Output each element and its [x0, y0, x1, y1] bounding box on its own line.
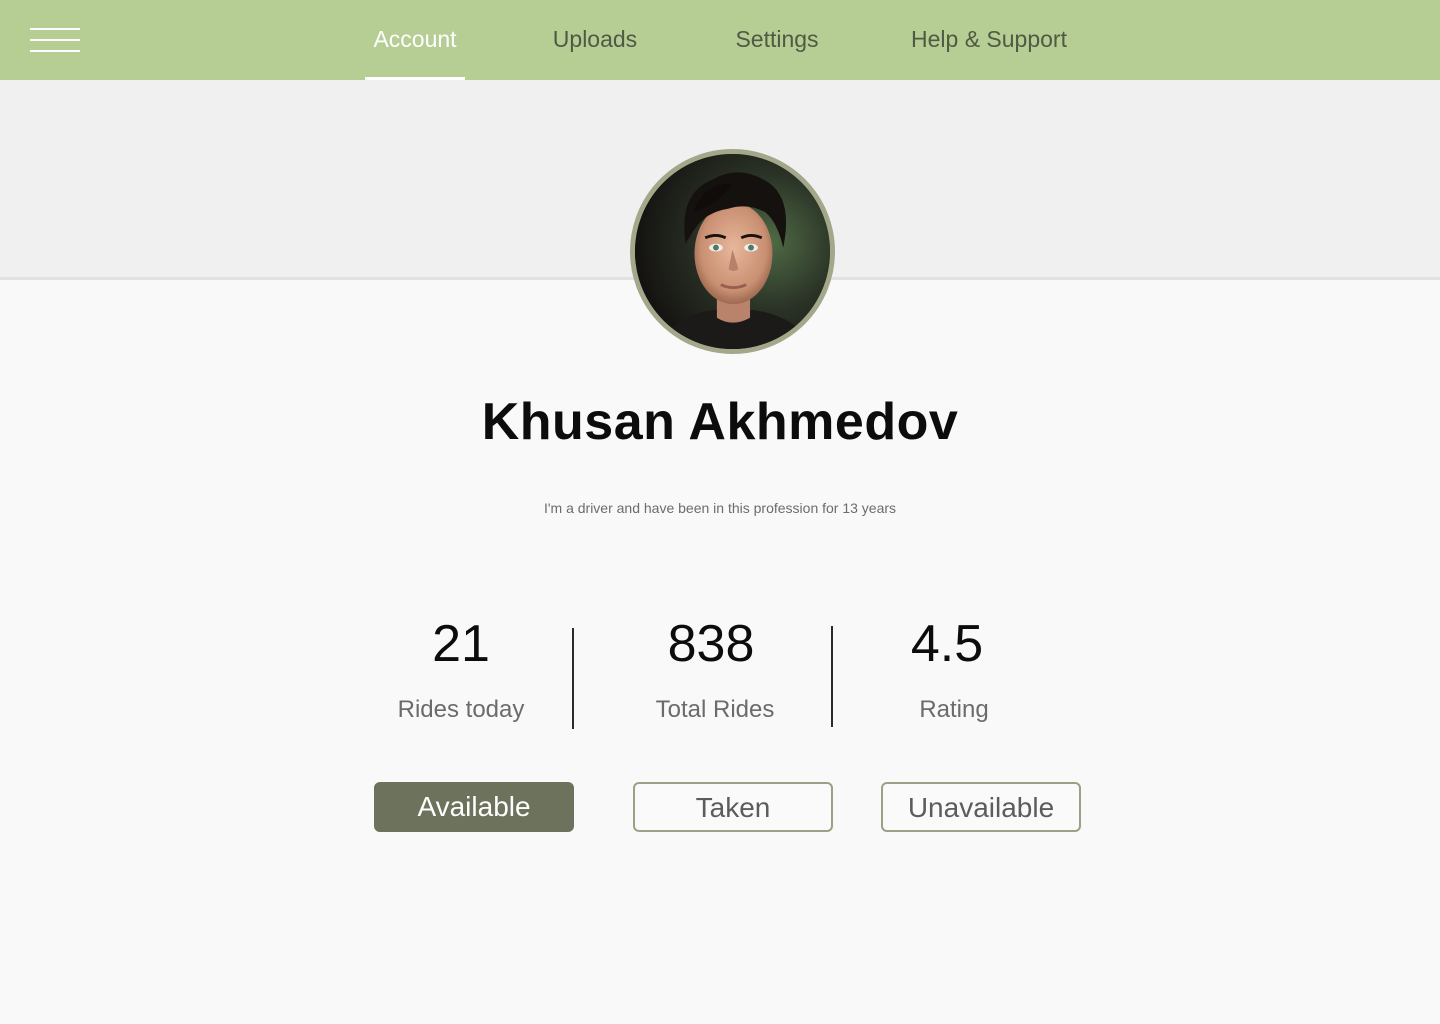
menu-line	[30, 39, 80, 41]
stat-rating-label: Rating	[919, 696, 989, 723]
tab-account[interactable]: Account	[365, 0, 465, 80]
avatar[interactable]	[630, 149, 835, 354]
stat-rating-value: 4.5	[910, 615, 984, 673]
stat-divider	[831, 626, 833, 727]
unavailable-button[interactable]: Unavailable	[881, 782, 1081, 832]
hamburger-menu-icon[interactable]	[30, 28, 80, 52]
available-button[interactable]: Available	[374, 782, 574, 832]
tab-settings[interactable]: Settings	[727, 0, 827, 80]
stat-rides-today-value: 21	[432, 615, 490, 673]
tab-uploads[interactable]: Uploads	[545, 0, 645, 80]
stat-rides-today-label: Rides today	[397, 696, 525, 723]
stat-divider	[572, 628, 574, 729]
profile-bio: I'm a driver and have been in this profe…	[543, 500, 897, 516]
menu-line	[30, 50, 80, 52]
tab-help-support[interactable]: Help & Support	[905, 0, 1073, 80]
stat-total-rides-value: 838	[667, 615, 755, 673]
taken-button[interactable]: Taken	[633, 782, 833, 832]
profile-name: Khusan Akhmedov	[481, 393, 959, 451]
menu-line	[30, 28, 80, 30]
avatar-portrait	[635, 154, 830, 349]
top-navigation-bar: Account Uploads Settings Help & Support	[0, 0, 1440, 80]
stat-total-rides-label: Total Rides	[655, 696, 775, 723]
